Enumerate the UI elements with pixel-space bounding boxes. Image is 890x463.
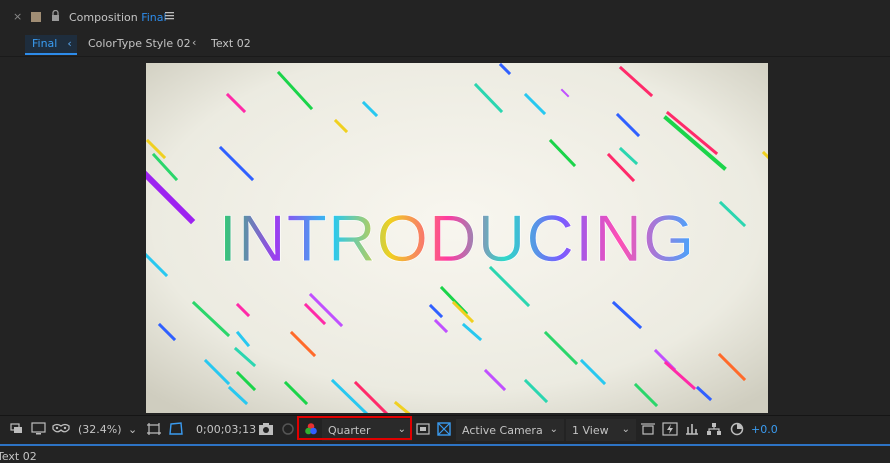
composition-frame: INTRODUCING <box>146 63 768 413</box>
toggle-transparency-grid-icon[interactable] <box>437 422 451 438</box>
composition-color-swatch[interactable] <box>31 12 41 22</box>
flowchart-icon[interactable] <box>706 422 722 438</box>
breadcrumb-final[interactable]: Final ‹ <box>25 35 77 55</box>
magnification-chevron-icon[interactable]: ⌄ <box>128 423 137 436</box>
panel-header: × Composition Final <box>0 0 890 34</box>
current-time[interactable]: 0;00;03;13 <box>196 423 256 436</box>
reset-exposure-icon[interactable] <box>730 422 744 438</box>
camera-view-value: Active Camera <box>462 424 543 437</box>
panel-title: Composition Final <box>69 11 167 24</box>
fast-preview-lightning-icon[interactable] <box>662 422 678 438</box>
breadcrumb-text-02[interactable]: Text 02 <box>211 37 251 50</box>
breadcrumb-separator: ‹ <box>192 36 197 49</box>
breadcrumb-colortype-style[interactable]: ColorType Style 02 <box>88 37 191 50</box>
region-of-interest-icon[interactable] <box>146 422 162 438</box>
exposure-value[interactable]: +0.0 <box>751 423 778 436</box>
view-layout-dropdown[interactable]: 1 View ⌄ <box>566 419 636 441</box>
camera-view-dropdown[interactable]: Active Camera ⌄ <box>456 419 564 441</box>
viewer-toolbar: (32.4%) ⌄ 0;00;03;13 Quarter ⌄ Active Ca… <box>0 415 890 444</box>
breadcrumb: Final ‹ ColorType Style 02 Text 02 <box>0 34 890 56</box>
hamburger-menu-icon[interactable] <box>164 10 175 21</box>
fast-previews-icon[interactable] <box>416 422 430 438</box>
chevron-down-icon: ⌄ <box>621 424 630 435</box>
show-snapshot-icon[interactable] <box>281 422 295 438</box>
view-layout-value: 1 View <box>572 424 609 437</box>
close-icon[interactable]: × <box>13 10 22 23</box>
chevron-down-icon: ⌄ <box>549 424 558 435</box>
lock-icon[interactable] <box>51 9 60 21</box>
layer-panel-tab: Text 02 <box>0 446 890 463</box>
always-preview-icon[interactable] <box>10 422 24 438</box>
preview-image: INTRODUCING <box>146 63 768 413</box>
resolution-highlight-box <box>297 416 412 440</box>
toggle-pixel-aspect-icon[interactable] <box>640 422 656 438</box>
preview-headline: INTRODUCING <box>219 201 696 275</box>
magnification-value[interactable]: (32.4%) <box>78 423 122 436</box>
layer-panel-name[interactable]: Text 02 <box>0 450 37 463</box>
mask-visibility-icon[interactable] <box>52 422 70 438</box>
monitor-icon[interactable] <box>31 422 46 438</box>
snapshot-camera-icon[interactable] <box>258 422 274 438</box>
timeline-icon[interactable] <box>684 422 700 438</box>
transparency-grid-icon[interactable] <box>168 422 184 438</box>
